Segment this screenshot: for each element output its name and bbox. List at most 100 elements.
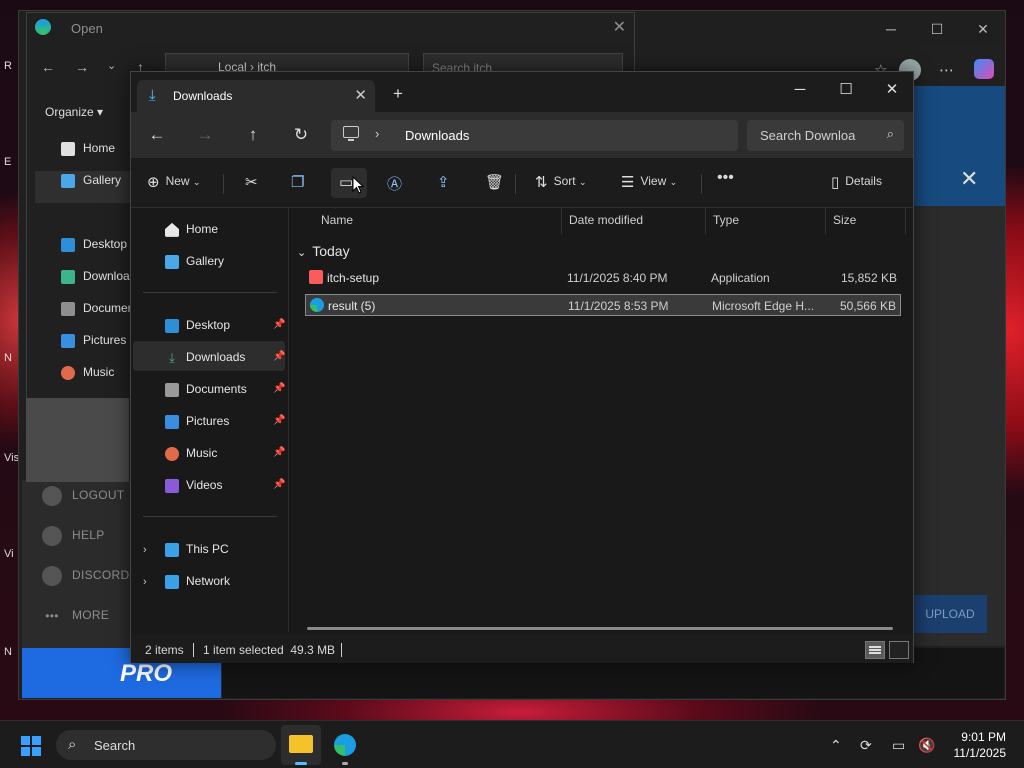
dialog-side-item[interactable]: Downloa [61,269,130,284]
copy-button[interactable]: ❐ [291,173,310,191]
pin-icon[interactable]: 📌 [273,415,285,426]
start-button-icon[interactable] [21,736,41,756]
dialog-side-item[interactable]: Music [61,365,114,380]
sidebar-item-help[interactable]: HELP [42,526,105,546]
organize-button[interactable]: Organize ▾ [45,105,103,119]
more-options-icon[interactable]: ••• [717,169,734,187]
more-icon[interactable]: ⋯ [939,61,954,79]
maximize-icon[interactable]: ☐ [831,78,861,102]
column-header-name[interactable]: Name [321,213,353,227]
table-row-selected[interactable]: result (5) 11/1/2025 8:53 PM Microsoft E… [305,294,901,316]
dialog-side-item[interactable]: Documen [61,301,134,316]
refresh-icon[interactable]: ↻ [287,123,315,147]
column-header-size[interactable]: Size [833,213,856,227]
back-icon[interactable]: ← [41,59,55,75]
close-icon[interactable]: ✕ [877,78,907,102]
dialog-side-item[interactable]: Pictures [61,333,126,348]
cut-button[interactable]: ✂ [245,173,264,191]
rename-button[interactable]: Ⓐ [387,173,408,194]
search-input[interactable]: Search Downloa ⌕ [747,120,904,151]
sidebar-item-downloads[interactable]: ⤓ Downloads [165,350,245,365]
sidebar-item-videos[interactable]: Videos [165,478,222,493]
pin-icon[interactable]: 📌 [273,383,285,394]
dialog-side-item[interactable]: Gallery [61,173,121,188]
sidebar-item-network[interactable]: Network [165,574,230,589]
sidebar-item-desktop[interactable]: Desktop [165,318,230,333]
edge-taskbar-button[interactable] [325,725,365,765]
new-tab-icon[interactable]: + [393,84,403,104]
column-divider[interactable] [705,208,706,234]
dialog-lower-panel [26,398,129,482]
chevron-down-icon[interactable]: ⌄ [107,59,116,72]
documents-icon [61,301,75,316]
file-size: 50,566 KB [839,299,896,313]
close-icon[interactable]: ✕ [613,17,626,37]
delete-button[interactable]: 🗑 [485,173,510,191]
pin-icon[interactable]: 📌 [273,319,285,330]
close-icon[interactable]: ✕ [973,19,993,39]
sync-icon[interactable]: ⟳ [860,737,872,754]
details-view-icon[interactable] [865,641,885,659]
address-bar[interactable]: › Downloads [331,120,738,151]
sidebar-item-label: MORE [72,608,110,623]
taskbar-search[interactable]: ⌕ Search [56,730,276,760]
forward-icon[interactable]: → [191,123,219,147]
tiles-view-icon[interactable] [889,641,909,659]
forward-icon[interactable]: → [75,59,89,75]
close-icon[interactable]: ✕ [960,166,978,192]
sidebar-item-music[interactable]: Music [165,446,217,461]
sidebar-item-documents[interactable]: Documents [165,382,247,397]
column-header-type[interactable]: Type [713,213,739,227]
chevron-right-icon[interactable]: › [375,126,379,141]
sidebar-item-pictures[interactable]: Pictures [165,414,229,429]
maximize-icon[interactable]: ☐ [927,19,947,39]
expand-chevron-icon[interactable]: › [143,576,147,588]
expand-chevron-icon[interactable]: › [143,544,147,556]
column-divider[interactable] [825,208,826,234]
running-indicator [342,762,348,765]
minimize-icon[interactable]: ─ [785,78,815,102]
sidebar-item-home[interactable]: Home [165,222,218,237]
system-clock[interactable]: 9:01 PM 11/1/2025 [940,729,1007,761]
file-explorer-taskbar-button[interactable] [281,725,321,765]
up-icon[interactable]: ↑ [239,123,267,147]
share-button[interactable]: ⇪ [437,173,456,191]
view-button[interactable]: ☰ View ⌄ [621,173,677,191]
sort-button[interactable]: ⇅ Sort ⌄ [535,173,586,191]
close-tab-icon[interactable]: ✕ [354,86,367,104]
pin-icon[interactable]: 📌 [273,351,285,362]
clock-time: 9:01 PM [961,730,1006,744]
column-header-date[interactable]: Date modified [569,213,643,227]
file-date: 11/1/2025 8:53 PM [568,299,669,313]
minimize-icon[interactable]: ─ [881,19,901,39]
column-divider[interactable] [561,208,562,234]
sidebar-item-logout[interactable]: LOGOUT [42,486,124,506]
tab-downloads[interactable]: ⤓ Downloads ✕ [137,80,375,112]
back-icon[interactable]: ← [143,123,171,147]
group-header-today[interactable]: ⌄ Today [297,243,350,259]
pin-icon[interactable]: 📌 [273,479,285,490]
horizontal-scrollbar[interactable] [307,627,893,630]
sidebar-item-discord[interactable]: DISCORD [42,566,129,586]
dialog-side-item[interactable]: Home [61,141,115,156]
sidebar-item-more[interactable]: ••• MORE [42,606,109,626]
add-circle-icon: ⊕ [147,174,160,191]
copilot-icon[interactable] [974,59,994,79]
divider [223,174,224,194]
details-button[interactable]: ▯ Details [831,173,882,191]
column-divider[interactable] [905,208,906,234]
volume-muted-icon[interactable]: 🔇 [918,737,935,754]
dialog-side-label: Home [83,141,116,155]
display-icon[interactable]: ▭ [892,737,905,754]
breadcrumb[interactable]: Downloads [405,128,469,143]
dialog-side-item[interactable]: Desktop [61,237,127,252]
upload-button[interactable]: UPLOAD [913,595,987,633]
sidebar-item-this-pc[interactable]: This PC [165,542,229,557]
dialog-side-label: Downloa [83,269,130,283]
pin-icon[interactable]: 📌 [273,447,285,458]
show-hidden-icons-icon[interactable]: ⌃ [830,737,842,754]
table-row[interactable]: itch-setup 11/1/2025 8:40 PM Application… [305,267,901,289]
sidebar-item-gallery[interactable]: Gallery [165,254,224,269]
new-button[interactable]: ⊕ New ⌄ [147,173,200,191]
edge-letter: N [4,352,12,364]
